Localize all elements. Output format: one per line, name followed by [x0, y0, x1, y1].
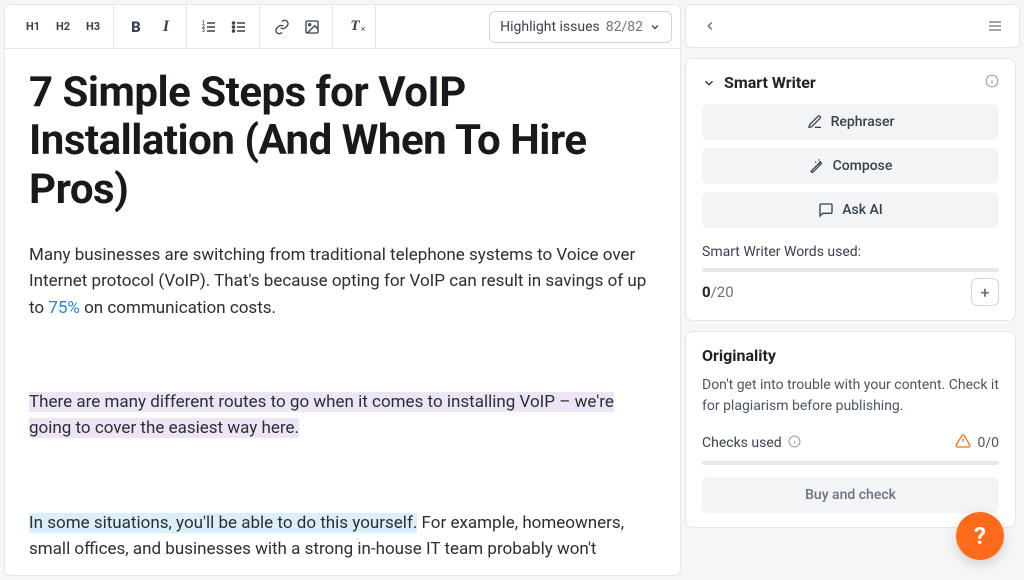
image-button[interactable]	[298, 13, 326, 41]
words-progress-bar	[702, 268, 999, 272]
add-words-button[interactable]: +	[971, 278, 999, 306]
paragraph-1: Many businesses are switching from tradi…	[29, 242, 656, 321]
sidebar-menu-button[interactable]	[983, 14, 1007, 38]
h1-button[interactable]: H1	[19, 13, 47, 41]
sidebar-header	[685, 4, 1020, 48]
highlight-blue: In some situations, you'll be able to do…	[29, 513, 417, 533]
compose-icon	[809, 158, 825, 174]
buy-and-check-button[interactable]: Buy and check	[702, 477, 999, 513]
smart-writer-card: Smart Writer Rephraser Compose Ask AI Sm…	[685, 58, 1016, 321]
originality-card: Originality Don't get into trouble with …	[685, 331, 1016, 528]
italic-button[interactable]: I	[152, 13, 180, 41]
sidebar-back-button[interactable]	[698, 14, 722, 38]
checks-used-row: Checks used 0/0	[702, 433, 999, 453]
link-75-percent[interactable]: 75%	[48, 298, 80, 318]
words-used-label: Smart Writer Words used:	[702, 244, 999, 260]
h3-button[interactable]: H3	[79, 13, 107, 41]
svg-text:3: 3	[202, 28, 205, 34]
highlight-count: 82/82	[606, 19, 643, 35]
rephraser-button[interactable]: Rephraser	[702, 104, 999, 140]
document-title: 7 Simple Steps for VoIP Installation (An…	[29, 69, 656, 214]
link-button[interactable]	[268, 13, 296, 41]
chevron-down-icon[interactable]	[702, 76, 716, 90]
smart-writer-title: Smart Writer	[724, 73, 977, 92]
sidebar: Smart Writer Rephraser Compose Ask AI Sm…	[685, 4, 1020, 576]
info-icon[interactable]	[788, 435, 801, 452]
compose-button[interactable]: Compose	[702, 148, 999, 184]
h2-button[interactable]: H2	[49, 13, 77, 41]
warning-icon	[955, 433, 971, 453]
bold-button[interactable]: B	[122, 13, 150, 41]
originality-description: Don't get into trouble with your content…	[702, 375, 999, 417]
highlight-purple: There are many different routes to go wh…	[29, 392, 614, 438]
originality-title: Originality	[702, 346, 999, 365]
help-fab[interactable]: ?	[956, 512, 1004, 560]
checks-count: 0/0	[977, 435, 999, 451]
sidebar-body: Smart Writer Rephraser Compose Ask AI Sm…	[685, 58, 1020, 576]
ordered-list-button[interactable]: 123	[195, 13, 223, 41]
chevron-down-icon	[649, 21, 661, 33]
chat-icon	[818, 202, 834, 218]
rephraser-icon	[807, 114, 823, 130]
checks-progress-bar	[702, 461, 999, 465]
paragraph-2: There are many different routes to go wh…	[29, 389, 656, 442]
highlight-issues-dropdown[interactable]: Highlight issues 82/82	[489, 11, 672, 43]
editor-content[interactable]: 7 Simple Steps for VoIP Installation (An…	[5, 49, 680, 575]
unordered-list-button[interactable]	[225, 13, 253, 41]
editor-panel: H1 H2 H3 B I 123 T×	[4, 4, 681, 576]
words-count: 0/20	[702, 283, 734, 301]
ask-ai-button[interactable]: Ask AI	[702, 192, 999, 228]
highlight-label: Highlight issues	[500, 19, 600, 35]
paragraph-3: In some situations, you'll be able to do…	[29, 510, 656, 563]
editor-toolbar: H1 H2 H3 B I 123 T×	[5, 5, 680, 49]
clear-format-button[interactable]: T×	[341, 13, 369, 41]
info-icon[interactable]	[985, 73, 999, 92]
